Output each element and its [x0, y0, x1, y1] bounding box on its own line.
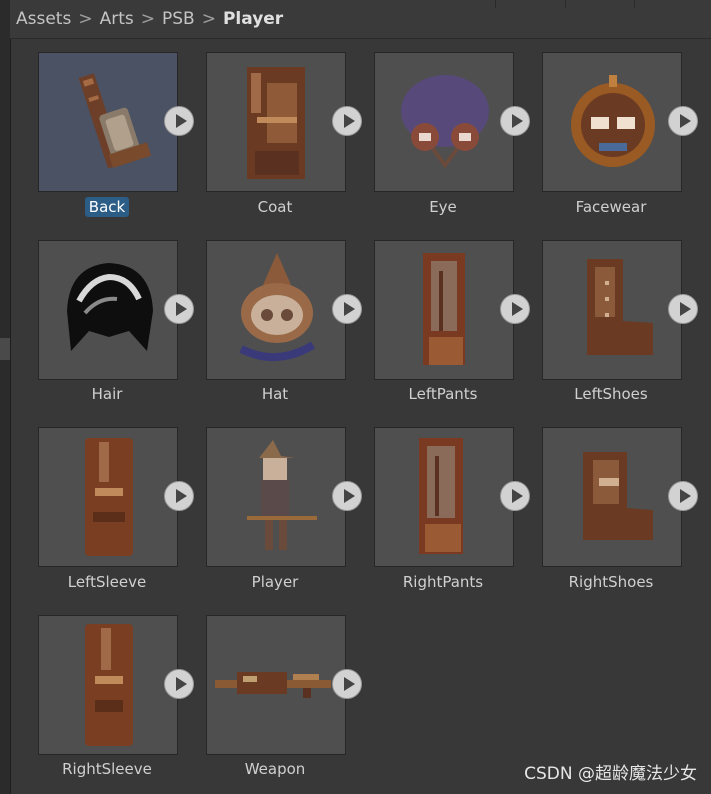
expand-arrow-icon[interactable] — [332, 669, 362, 699]
facewear-sprite-icon — [571, 75, 655, 167]
shoes-sprite-icon — [587, 259, 653, 355]
asset-tile-hat[interactable] — [206, 240, 362, 380]
weapon-sprite-icon — [215, 672, 331, 698]
asset-tile-back[interactable] — [38, 52, 194, 192]
breadcrumb-psb[interactable]: PSB — [162, 9, 195, 29]
asset-label: Facewear — [575, 198, 647, 216]
breadcrumb-separator: > — [201, 9, 216, 29]
hair-sprite-icon — [67, 263, 153, 351]
asset-label: LeftShoes — [574, 385, 648, 403]
breadcrumb-player[interactable]: Player — [223, 9, 283, 29]
expand-arrow-icon[interactable] — [332, 294, 362, 324]
asset-tile-leftpants[interactable] — [374, 240, 530, 380]
eye-sprite-icon — [401, 75, 489, 169]
expand-arrow-icon[interactable] — [164, 294, 194, 324]
asset-label: Back — [27, 197, 187, 217]
asset-tile-leftshoes[interactable] — [542, 240, 698, 380]
toolbar-dividers — [495, 0, 635, 8]
asset-tile-weapon[interactable] — [206, 615, 362, 755]
shoes-sprite-icon — [583, 452, 653, 540]
asset-label: Weapon — [244, 760, 306, 778]
asset-tile-hair[interactable] — [38, 240, 194, 380]
asset-label: Eye — [429, 198, 457, 216]
hat-sprite-icon — [239, 253, 316, 362]
expand-arrow-icon[interactable] — [500, 106, 530, 136]
expand-arrow-icon[interactable] — [500, 481, 530, 511]
asset-label: RightPants — [402, 573, 484, 591]
asset-tile-facewear[interactable] — [542, 52, 698, 192]
pants-sprite-icon — [423, 253, 465, 365]
expand-arrow-icon[interactable] — [164, 669, 194, 699]
asset-tile-rightpants[interactable] — [374, 427, 530, 567]
coat-sprite-icon — [247, 67, 305, 179]
sleeve-sprite-icon — [85, 624, 133, 746]
asset-tile-coat[interactable] — [206, 52, 362, 192]
asset-label: Player — [251, 573, 299, 591]
breadcrumb-separator: > — [140, 9, 155, 29]
watermark: CSDN @超龄魔法少女 — [524, 764, 697, 784]
expand-arrow-icon[interactable] — [668, 481, 698, 511]
back-sprite-icon — [78, 73, 152, 169]
left-panel-edge — [0, 0, 11, 794]
expand-arrow-icon[interactable] — [668, 294, 698, 324]
player-sprite-icon — [247, 440, 317, 550]
expand-arrow-icon[interactable] — [164, 481, 194, 511]
asset-tile-leftsleeve[interactable] — [38, 427, 194, 567]
asset-tile-rightshoes[interactable] — [542, 427, 698, 567]
sleeve-sprite-icon — [85, 438, 133, 556]
asset-label: LeftSleeve — [67, 573, 147, 591]
asset-label: RightSleeve — [62, 760, 152, 778]
asset-label: RightShoes — [568, 573, 654, 591]
pants-sprite-icon — [419, 438, 463, 554]
expand-arrow-icon[interactable] — [332, 481, 362, 511]
asset-tile-eye[interactable] — [374, 52, 530, 192]
panel-edge-marker — [0, 338, 10, 360]
expand-arrow-icon[interactable] — [332, 106, 362, 136]
breadcrumb-assets[interactable]: Assets — [16, 9, 71, 29]
asset-label: Hat — [261, 385, 289, 403]
breadcrumb: Assets > Arts > PSB > Player — [10, 0, 711, 39]
expand-arrow-icon[interactable] — [500, 294, 530, 324]
expand-arrow-icon[interactable] — [668, 106, 698, 136]
asset-label: Hair — [91, 385, 123, 403]
breadcrumb-arts[interactable]: Arts — [100, 9, 134, 29]
asset-tile-rightsleeve[interactable] — [38, 615, 194, 755]
breadcrumb-separator: > — [78, 9, 93, 29]
asset-label: Coat — [257, 198, 293, 216]
asset-tile-player[interactable] — [206, 427, 362, 567]
asset-label: LeftPants — [408, 385, 478, 403]
expand-arrow-icon[interactable] — [164, 106, 194, 136]
